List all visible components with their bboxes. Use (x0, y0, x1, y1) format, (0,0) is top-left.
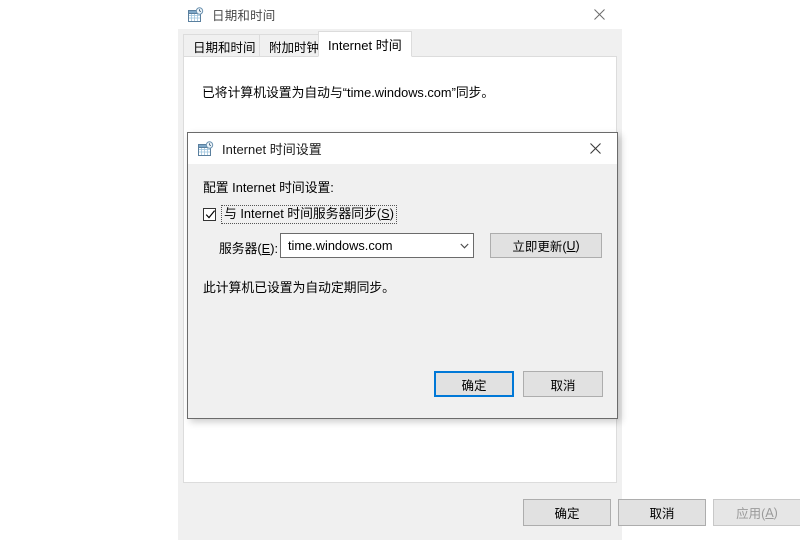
outer-ok-button[interactable]: 确定 (523, 499, 611, 526)
configure-internet-time-label: 配置 Internet 时间设置: (203, 180, 334, 195)
server-label-prefix: 服务器( (219, 241, 262, 256)
update-now-button[interactable]: 立即更新(U) (490, 233, 602, 258)
server-combobox-value: time.windows.com (288, 238, 393, 253)
outer-window-titlebar: 日期和时间 (178, 0, 622, 29)
update-now-accelerator: U (566, 238, 576, 253)
apply-label-suffix: ) (773, 505, 778, 520)
sync-with-server-checkbox[interactable] (203, 208, 216, 221)
server-label: 服务器(E): (219, 238, 278, 257)
inner-dialog-body: 配置 Internet 时间设置: 与 Internet 时间服务器同步(S) … (188, 164, 617, 418)
inner-dialog-titlebar: Internet 时间设置 (188, 133, 617, 164)
inner-ok-button[interactable]: 确定 (434, 371, 514, 397)
inner-dialog-title: Internet 时间设置 (222, 142, 322, 157)
checkmark-icon (205, 210, 216, 219)
apply-label-prefix: 应用( (736, 507, 766, 521)
outer-window-close-button[interactable] (576, 0, 622, 29)
sync-label-suffix: ) (389, 206, 394, 221)
outer-apply-button: 应用(A) (713, 499, 800, 526)
chevron-down-icon[interactable] (455, 233, 473, 258)
sync-with-server-label[interactable]: 与 Internet 时间服务器同步(S) (221, 205, 397, 224)
inner-cancel-button[interactable]: 取消 (523, 371, 603, 397)
update-now-prefix: 立即更新( (512, 240, 567, 254)
server-combobox[interactable]: time.windows.com (280, 233, 474, 258)
sync-status-text: 已将计算机设置为自动与“time.windows.com”同步。 (202, 85, 495, 100)
server-label-suffix: ): (270, 241, 279, 256)
sync-label-accelerator: S (381, 206, 390, 221)
sync-with-server-checkbox-row[interactable]: 与 Internet 时间服务器同步(S) (203, 205, 397, 224)
close-icon (593, 9, 605, 20)
tab-date-and-time[interactable]: 日期和时间 (183, 34, 266, 57)
outer-cancel-button[interactable]: 取消 (618, 499, 706, 526)
internet-time-settings-dialog: Internet 时间设置 配置 Internet 时间设置: 与 Intern… (187, 132, 618, 419)
tab-strip: 日期和时间 附加时钟 Internet 时间 (178, 29, 622, 57)
tab-internet-time[interactable]: Internet 时间 (318, 31, 412, 57)
sync-label-prefix: 与 Internet 时间服务器同步( (224, 206, 382, 221)
inner-dialog-close-button[interactable] (573, 133, 617, 164)
apply-label-accelerator: A (765, 505, 774, 520)
outer-window-title: 日期和时间 (212, 9, 276, 23)
close-icon (589, 143, 601, 154)
periodic-sync-status-text: 此计算机已设置为自动定期同步。 (203, 280, 395, 295)
date-time-calendar-clock-icon (188, 6, 204, 23)
server-label-accelerator: E (261, 241, 271, 256)
update-now-suffix: ) (575, 238, 580, 253)
date-time-calendar-clock-icon (198, 140, 214, 157)
